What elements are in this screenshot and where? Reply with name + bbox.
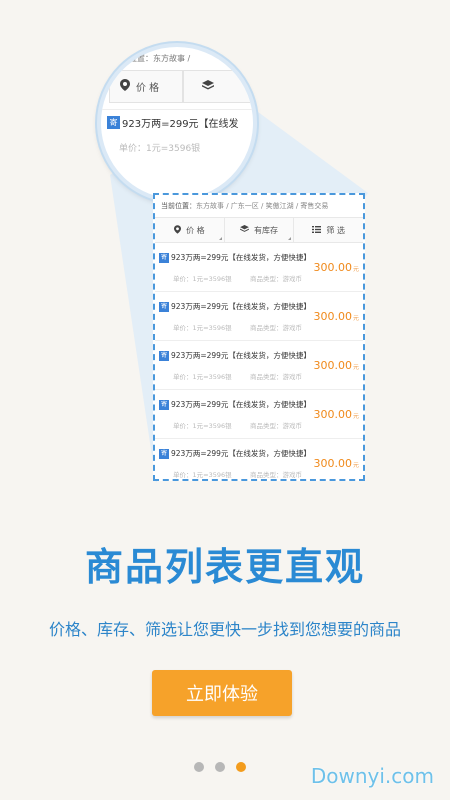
- magnifier-lens: 当前位置：东方故事 / 价 格 寄 923万两=299元【在线发 单价：1元=3…: [97, 43, 257, 203]
- item-price-value: 300.00: [313, 310, 352, 323]
- item-title: 寄 923万两=299元【在线发货，方便快捷】: [159, 252, 311, 263]
- item-title: 寄 923万两=299元【在线发货，方便快捷】: [159, 399, 311, 410]
- item-title-text: 923万两=299元【在线发货，方便快捷】: [171, 253, 311, 262]
- lens-tab-stock: [183, 70, 253, 103]
- tab-stock[interactable]: 有库存: [225, 218, 295, 242]
- item-price: 300.00元: [313, 457, 359, 470]
- item-currency: 元: [352, 315, 359, 322]
- item-unit-price: 单价：1元=3596银: [173, 324, 232, 332]
- item-title: 寄 923万两=299元【在线发货，方便快捷】: [159, 301, 311, 312]
- item-title-text: 923万两=299元【在线发货，方便快捷】: [171, 302, 311, 311]
- lens-item-unit: 单价：1元=3596银: [119, 144, 201, 154]
- item-currency: 元: [352, 413, 359, 420]
- item-currency: 元: [352, 266, 359, 273]
- filter-tabs: 价 格 有库存 筛 选: [155, 217, 363, 243]
- layers-icon: [240, 225, 249, 235]
- item-title: 寄 923万两=299元【在线发货，方便快捷】: [159, 448, 311, 459]
- item-price-value: 300.00: [313, 261, 352, 274]
- consign-badge: 寄: [159, 448, 169, 459]
- page-title: 商品列表更直观: [84, 545, 365, 589]
- list-item[interactable]: 寄 923万两=299元【在线发货，方便快捷】 单价：1元=3596银 商品类型：…: [155, 243, 363, 292]
- consign-badge: 寄: [159, 350, 169, 361]
- item-price: 300.00元: [313, 261, 359, 274]
- item-type: 商品类型：游戏币: [250, 275, 302, 283]
- pager-dot-3[interactable]: [236, 762, 246, 772]
- try-now-button[interactable]: 立即体验: [152, 670, 292, 716]
- dropdown-corner-icon: [288, 237, 292, 240]
- item-price-value: 300.00: [313, 408, 352, 421]
- consign-badge: 寄: [159, 399, 169, 410]
- list-item[interactable]: 寄 923万两=299元【在线发货，方便快捷】 单价：1元=3596银 商品类型：…: [155, 439, 363, 487]
- item-currency: 元: [352, 364, 359, 371]
- lens-item-title-text: 923万两=299元【在线发: [122, 119, 239, 130]
- layers-icon: [202, 79, 214, 94]
- list-item[interactable]: 寄 923万两=299元【在线发货，方便快捷】 单价：1元=3596银 商品类型：…: [155, 292, 363, 341]
- location-pin-icon: [174, 224, 182, 236]
- lens-breadcrumb: 当前位置：东方故事 /: [113, 54, 191, 63]
- item-type: 商品类型：游戏币: [250, 471, 302, 479]
- item-price-value: 300.00: [313, 457, 352, 470]
- tab-filter[interactable]: 筛 选: [294, 218, 363, 242]
- tab-filter-label: 筛 选: [326, 225, 345, 235]
- tab-stock-label: 有库存: [254, 225, 278, 235]
- item-title: 寄 923万两=299元【在线发货，方便快捷】: [159, 350, 311, 361]
- lens-item-title: 寄 923万两=299元【在线发: [107, 115, 239, 130]
- lens-tab-price: 价 格: [109, 70, 183, 103]
- list-icon: [312, 225, 322, 235]
- breadcrumb-label: 当前位置：: [161, 202, 196, 210]
- list-item[interactable]: 寄 923万两=299元【在线发货，方便快捷】 单价：1元=3596银 商品类型：…: [155, 341, 363, 390]
- consign-badge: 寄: [159, 252, 169, 263]
- dropdown-corner-icon: [218, 237, 222, 240]
- item-price-value: 300.00: [313, 359, 352, 372]
- item-type: 商品类型：游戏币: [250, 373, 302, 381]
- pager-dot-1[interactable]: [194, 762, 204, 772]
- item-unit-price: 单价：1元=3596银: [173, 275, 232, 283]
- list-item[interactable]: 寄 923万两=299元【在线发货，方便快捷】 单价：1元=3596银 商品类型：…: [155, 390, 363, 439]
- lens-divider: [101, 109, 253, 110]
- tab-price-label: 价 格: [186, 225, 205, 235]
- item-unit-price: 单价：1元=3596银: [173, 422, 232, 430]
- item-unit-price: 单价：1元=3596银: [173, 373, 232, 381]
- tab-price[interactable]: 价 格: [155, 218, 225, 242]
- page-indicator: [194, 762, 246, 772]
- pager-dot-2[interactable]: [215, 762, 225, 772]
- location-pin-icon: [120, 79, 130, 94]
- product-list-preview: 当前位置：东方故事 / 广东一区 / 笑傲江湖 / 寄售交易 价 格 有库存 筛…: [153, 193, 365, 481]
- item-unit-price: 单价：1元=3596银: [173, 471, 232, 479]
- page-subtitle: 价格、库存、筛选让您更快一步找到您想要的商品: [48, 620, 401, 639]
- consign-badge: 寄: [107, 116, 120, 129]
- item-currency: 元: [352, 462, 359, 469]
- item-price: 300.00元: [313, 359, 359, 372]
- item-title-text: 923万两=299元【在线发货，方便快捷】: [171, 449, 311, 458]
- product-list: 寄 923万两=299元【在线发货，方便快捷】 单价：1元=3596银 商品类型：…: [155, 243, 363, 487]
- breadcrumb: 当前位置：东方故事 / 广东一区 / 笑傲江湖 / 寄售交易: [161, 201, 328, 211]
- item-type: 商品类型：游戏币: [250, 324, 302, 332]
- breadcrumb-path: 东方故事 / 广东一区 / 笑傲江湖 / 寄售交易: [196, 202, 329, 210]
- item-price: 300.00元: [313, 310, 359, 323]
- item-title-text: 923万两=299元【在线发货，方便快捷】: [171, 351, 311, 360]
- item-title-text: 923万两=299元【在线发货，方便快捷】: [171, 400, 311, 409]
- lens-tab-price-label: 价 格: [136, 83, 160, 94]
- consign-badge: 寄: [159, 301, 169, 312]
- item-price: 300.00元: [313, 408, 359, 421]
- watermark: Downyi.com: [310, 764, 434, 788]
- item-type: 商品类型：游戏币: [250, 422, 302, 430]
